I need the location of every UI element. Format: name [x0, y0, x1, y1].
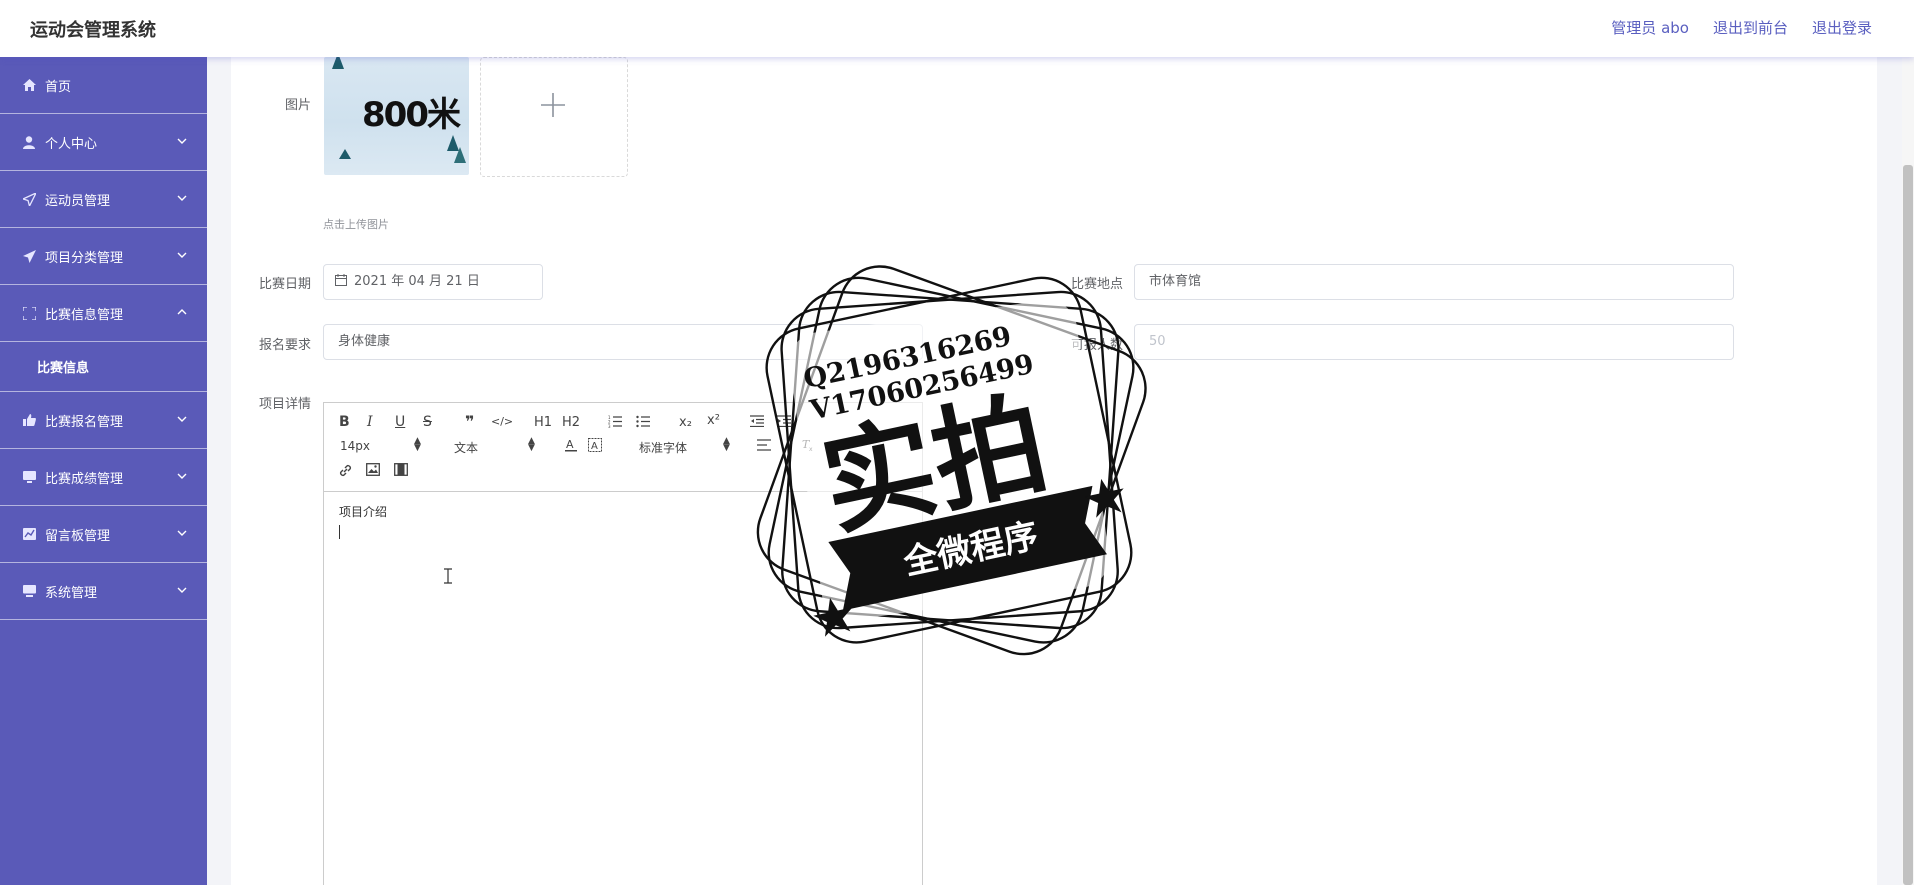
code-block-button[interactable]: </> — [491, 415, 513, 428]
date-label: 比赛日期 — [258, 277, 311, 292]
header1-button[interactable]: H1 — [534, 415, 552, 430]
sidebar-item-results[interactable]: 比赛成绩管理 — [0, 449, 207, 506]
capacity-input[interactable]: 50 — [1134, 324, 1734, 360]
sidebar-item-label: 项目分类管理 — [45, 250, 124, 266]
sidebar-item-label: 运动员管理 — [45, 193, 111, 209]
chevron-down-icon — [177, 191, 187, 204]
sidebar-item-category[interactable]: 项目分类管理 — [0, 228, 207, 285]
top-links: 管理员 abo 退出到前台 退出登录 — [1611, 17, 1872, 38]
desktop-icon — [22, 584, 36, 598]
thumbnail-caption: 800米 — [362, 95, 461, 135]
italic-button[interactable]: I — [367, 414, 373, 430]
tree-decoration — [339, 149, 351, 159]
select-arrows-icon: ▲ ▼ — [414, 436, 421, 453]
plus-icon — [540, 88, 566, 126]
uploaded-image-thumbnail[interactable]: 800米 — [324, 57, 469, 175]
font-color-icon[interactable]: A — [564, 438, 578, 456]
font-size-select[interactable]: 14px ▲ ▼ — [340, 437, 421, 454]
logout-link[interactable]: 退出登录 — [1812, 17, 1872, 38]
background-color-icon[interactable]: A — [588, 438, 602, 456]
svg-text:A: A — [566, 438, 574, 451]
page-scrollbar[interactable] — [1902, 57, 1914, 885]
date-picker[interactable]: 2021 年 04 月 21 日 — [323, 264, 543, 300]
svg-text:3: 3 — [608, 424, 611, 428]
svg-text:A: A — [591, 441, 598, 452]
to-front-link[interactable]: 退出到前台 — [1713, 17, 1788, 38]
sidebar-item-registration[interactable]: 比赛报名管理 — [0, 392, 207, 449]
superscript-button[interactable]: x² — [707, 413, 720, 428]
subscript-button[interactable]: x₂ — [679, 415, 692, 430]
chevron-down-icon — [177, 134, 187, 147]
sidebar-subitem-match-info[interactable]: 比赛信息 — [0, 342, 207, 392]
top-bar: 运动会管理系统 管理员 abo 退出到前台 退出登录 — [0, 0, 1914, 57]
font-family-select[interactable]: 标准字体 ▲ ▼ — [639, 437, 730, 456]
thumb-up-icon — [22, 413, 36, 427]
bullet-list-icon[interactable] — [636, 415, 650, 432]
chevron-down-icon — [177, 526, 187, 539]
fullscreen-icon — [22, 306, 36, 320]
sidebar-item-personal-center[interactable]: 个人中心 — [0, 114, 207, 171]
sidebar-item-label: 比赛报名管理 — [45, 414, 124, 430]
chevron-down-icon — [177, 583, 187, 596]
upload-hint: 点击上传图片 — [323, 218, 389, 231]
image-upload-button[interactable] — [480, 57, 628, 177]
sidebar-item-label: 比赛成绩管理 — [45, 471, 124, 487]
watermark-stamp: Q2196316269 V17060256499 实拍 全微程序 — [756, 265, 1147, 656]
details-label: 项目详情 — [258, 397, 311, 412]
admin-label[interactable]: 管理员 abo — [1611, 17, 1689, 38]
image-icon[interactable] — [366, 463, 380, 480]
bold-button[interactable]: B — [339, 414, 350, 430]
chevron-up-icon — [177, 305, 187, 318]
calendar-icon — [335, 266, 347, 300]
date-value: 2021 年 04 月 21 日 — [354, 274, 480, 289]
select-arrows-icon: ▲ ▼ — [528, 436, 535, 453]
font-family-value: 标准字体 — [639, 441, 688, 455]
font-size-value: 14px — [340, 439, 370, 453]
header-select[interactable]: 文本 ▲ ▼ — [454, 437, 535, 456]
text-cursor-icon — [444, 568, 452, 588]
strike-button[interactable]: S — [423, 414, 432, 430]
blockquote-button[interactable]: ❞ — [465, 412, 474, 431]
sidebar-item-system[interactable]: 系统管理 — [0, 563, 207, 620]
sidebar-item-home[interactable]: 首页 — [0, 57, 207, 114]
paper-plane-icon — [22, 249, 36, 263]
underline-button[interactable]: U — [395, 414, 405, 430]
sidebar-item-message-board[interactable]: 留言板管理 — [0, 506, 207, 563]
sidebar: 首页 个人中心 运动员管理 项目分类管理 比赛信息管理 比赛信息 比赛报名管理 … — [0, 57, 207, 885]
chevron-down-icon — [177, 469, 187, 482]
image-label: 图片 — [284, 98, 311, 113]
sidebar-item-label: 个人中心 — [45, 136, 98, 152]
sidebar-item-label: 留言板管理 — [45, 528, 111, 544]
requirement-label: 报名要求 — [258, 338, 311, 353]
sidebar-item-match-info-manage[interactable]: 比赛信息管理 — [0, 285, 207, 342]
send-icon — [22, 192, 36, 206]
header-select-value: 文本 — [454, 441, 479, 455]
monitor-icon — [22, 470, 36, 484]
text-caret — [339, 525, 340, 539]
header2-button[interactable]: H2 — [562, 415, 580, 430]
home-icon — [22, 78, 36, 92]
app-title: 运动会管理系统 — [30, 20, 156, 41]
sidebar-item-label: 比赛信息 — [37, 361, 90, 376]
sidebar-item-label: 首页 — [45, 79, 72, 95]
chevron-down-icon — [177, 412, 187, 425]
select-arrows-icon: ▲ ▼ — [723, 436, 730, 453]
ordered-list-icon[interactable]: 123 — [608, 415, 622, 432]
chart-icon — [22, 527, 36, 541]
location-input[interactable]: 市体育馆 — [1134, 264, 1734, 300]
sidebar-item-athletes[interactable]: 运动员管理 — [0, 171, 207, 228]
tree-decoration — [454, 147, 466, 163]
video-icon[interactable] — [394, 463, 408, 480]
tree-decoration — [332, 57, 344, 69]
sidebar-item-label: 系统管理 — [45, 585, 98, 601]
editor-content[interactable]: 项目介绍 — [339, 503, 387, 520]
user-icon — [22, 135, 36, 149]
chevron-down-icon — [177, 248, 187, 261]
scrollbar-thumb[interactable] — [1903, 165, 1913, 885]
sidebar-item-label: 比赛信息管理 — [45, 307, 124, 323]
link-icon[interactable] — [338, 463, 353, 482]
